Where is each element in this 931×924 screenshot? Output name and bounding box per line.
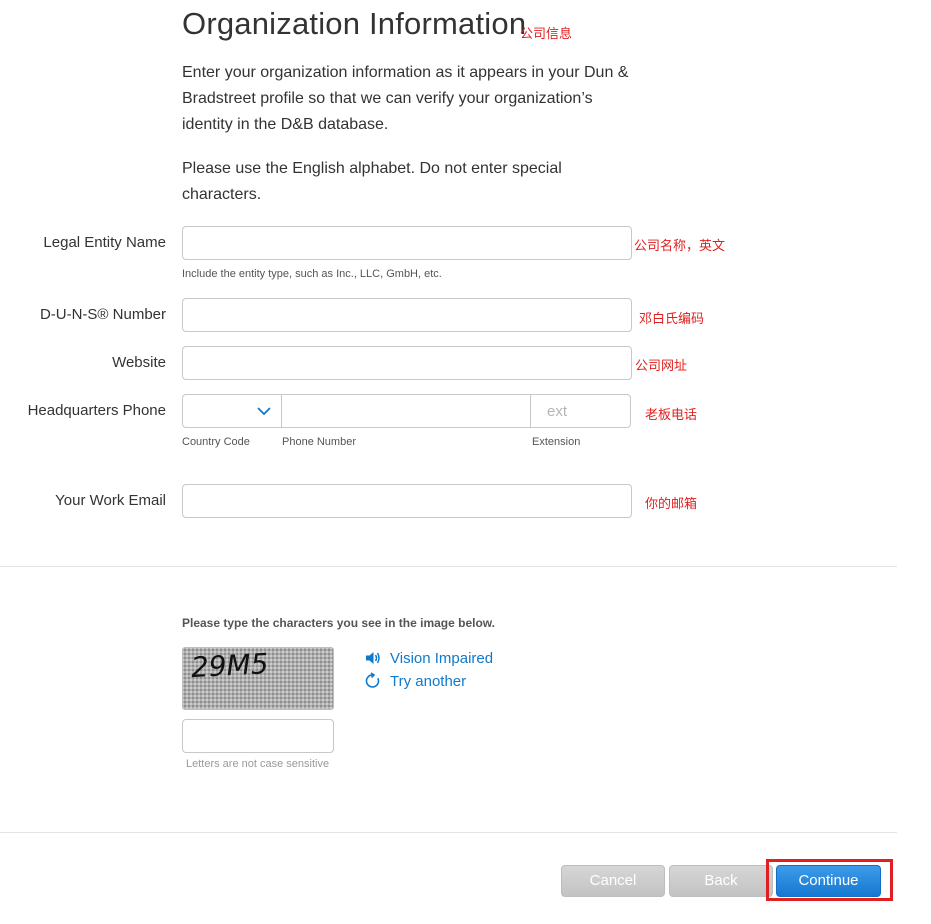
vision-impaired-link[interactable]: Vision Impaired	[364, 649, 493, 667]
vision-impaired-label: Vision Impaired	[390, 649, 494, 667]
headquarters-phone-label: Headquarters Phone	[27, 402, 166, 419]
back-button[interactable]: Back	[669, 865, 773, 897]
work-email-label: Your Work Email	[55, 492, 166, 509]
work-email-input[interactable]	[182, 484, 632, 518]
website-label: Website	[112, 354, 166, 371]
legal-entity-helper-text: Include the entity type, such as Inc., L…	[182, 268, 442, 280]
refresh-icon	[365, 672, 380, 688]
intro-paragraph: Enter your organization information as i…	[182, 64, 629, 133]
country-code-select[interactable]	[183, 395, 282, 427]
headquarters-phone-group	[182, 394, 631, 428]
captcha-image: 29M5	[182, 647, 334, 710]
continue-highlight-box	[766, 859, 893, 901]
website-annotation: 公司网址	[635, 359, 688, 374]
organization-information-page: Organization Information 公司信息 Enter your…	[0, 0, 931, 924]
captcha-input[interactable]	[182, 719, 334, 753]
legal-entity-name-input[interactable]	[182, 226, 632, 260]
phone-extension-input[interactable]	[531, 395, 630, 427]
chevron-down-icon	[257, 407, 271, 416]
try-another-link[interactable]: Try another	[364, 672, 466, 690]
english-only-notice: Please use the English alphabet. Do not …	[182, 160, 562, 203]
phone-number-input[interactable]	[282, 395, 531, 427]
captcha-case-note: Letters are not case sensitive	[186, 758, 330, 770]
title-annotation: 公司信息	[520, 27, 573, 42]
speaker-icon	[366, 652, 380, 664]
duns-annotation: 邓白氏编码	[639, 312, 705, 327]
captcha-image-text: 29M5	[190, 648, 269, 684]
phone-number-caption: Phone Number	[282, 436, 356, 448]
phone-annotation: 老板电话	[645, 408, 698, 423]
footer-divider	[0, 832, 897, 833]
legal-entity-name-label: Legal Entity Name	[43, 234, 166, 251]
try-another-label: Try another	[390, 672, 467, 690]
duns-number-input[interactable]	[182, 298, 632, 332]
website-input[interactable]	[182, 346, 632, 380]
duns-number-label: D-U-N-S® Number	[39, 306, 166, 323]
email-annotation: 你的邮箱	[645, 497, 698, 512]
cancel-button[interactable]: Cancel	[561, 865, 665, 897]
legal-entity-annotation: 公司名称，英文	[634, 239, 726, 254]
captcha-prompt: Please type the characters you see in th…	[182, 616, 496, 630]
extension-caption: Extension	[532, 436, 581, 448]
country-code-caption: Country Code	[182, 436, 250, 448]
page-title: Organization Information	[182, 6, 527, 41]
section-divider	[0, 566, 897, 567]
